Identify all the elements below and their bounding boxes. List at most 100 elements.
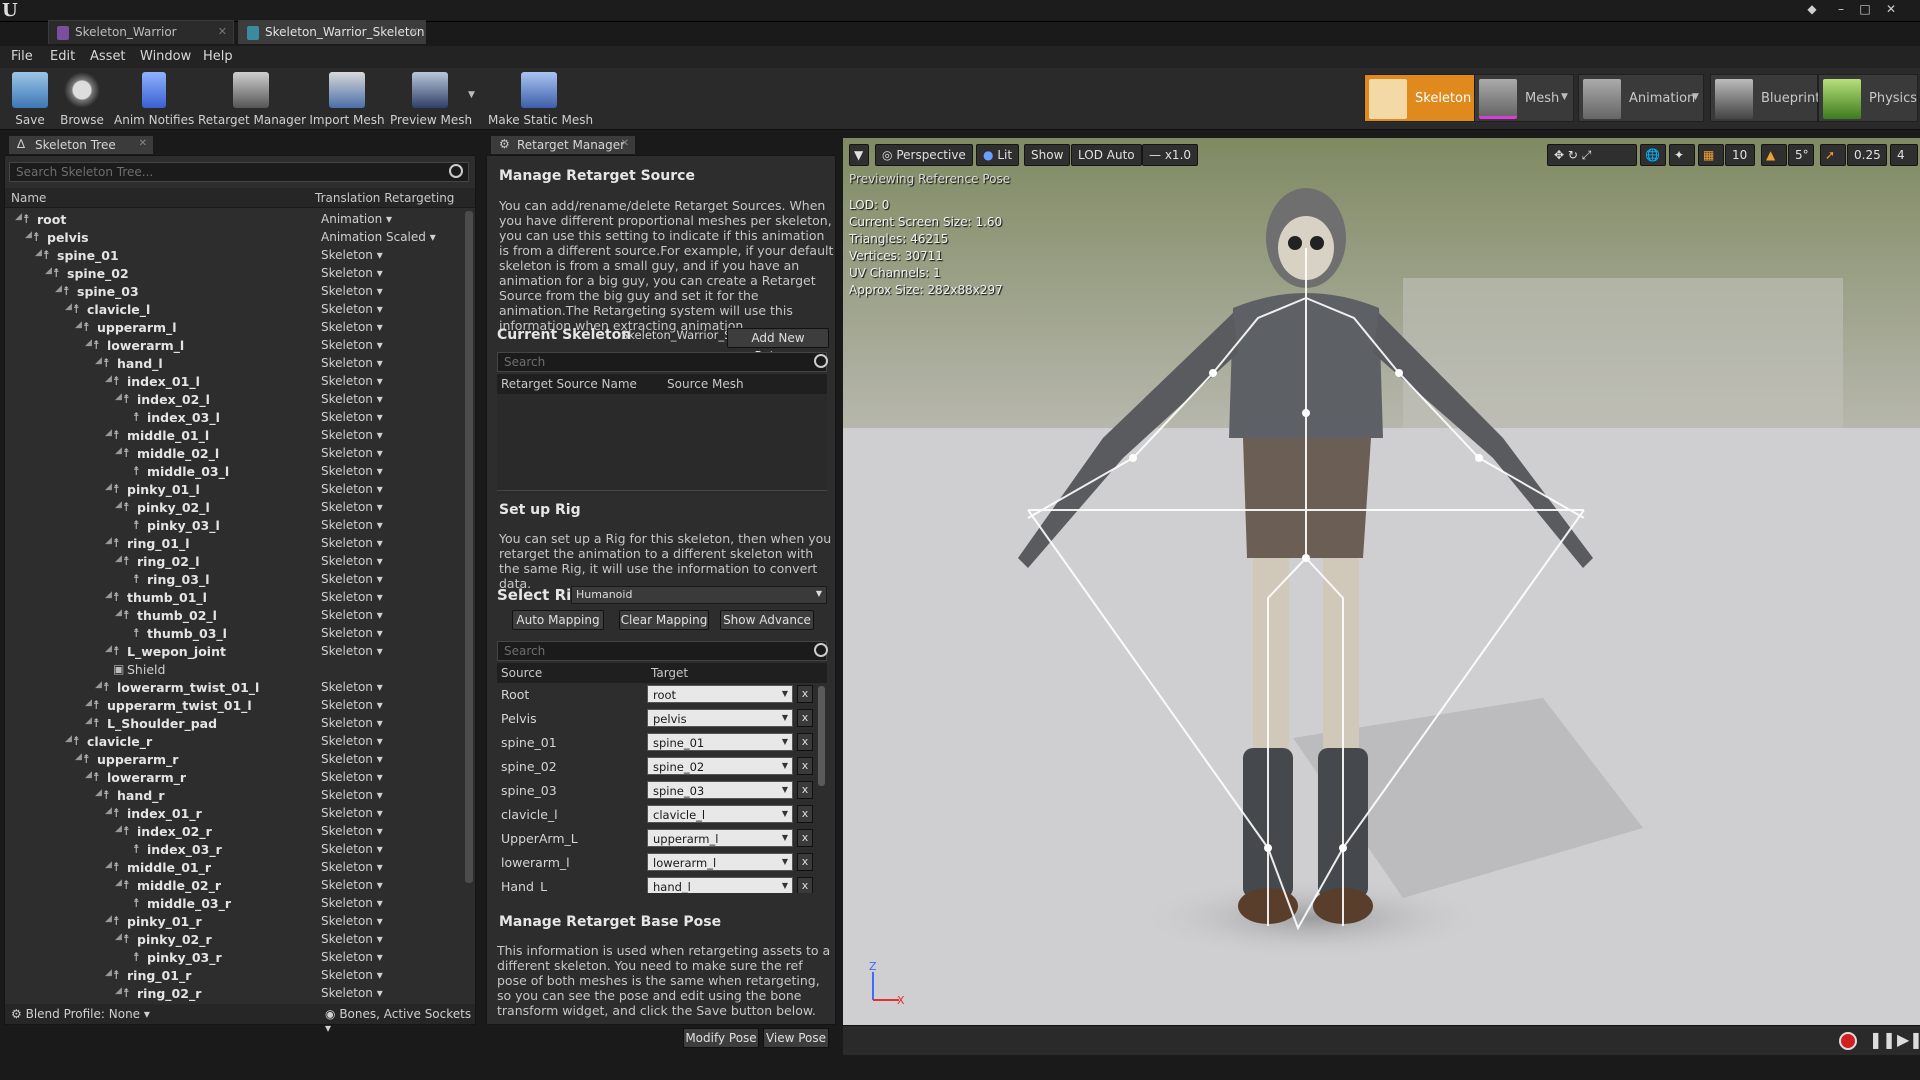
tree-row[interactable]: ◢ ☨ clavicle_l Skeleton ▾ xyxy=(9,301,465,319)
tree-row[interactable]: ◢ ☨ L_wepon_joint Skeleton ▾ xyxy=(9,643,465,661)
menu-file[interactable]: File xyxy=(11,49,33,64)
translation-retargeting-dropdown[interactable]: Skeleton ▾ xyxy=(321,536,383,550)
tree-row[interactable]: ◢ ☨ lowerarm_r Skeleton ▾ xyxy=(9,769,465,787)
tab-skeleton-warrior[interactable]: Skeleton_Warrior ✕ xyxy=(48,20,234,44)
mapping-target-dropdown[interactable]: lowerarm_l xyxy=(647,853,793,871)
make-static-mesh-button[interactable]: Make Static Mesh xyxy=(488,68,593,130)
animation-dropdown-icon[interactable]: ▼ xyxy=(1692,92,1699,102)
col-source[interactable]: Source xyxy=(501,666,542,680)
expand-arrow-icon[interactable]: ◢ xyxy=(25,230,32,240)
col-source-mesh[interactable]: Source Mesh xyxy=(667,377,744,391)
expand-arrow-icon[interactable]: ◢ xyxy=(75,320,82,330)
col-translation-header[interactable]: Translation Retargeting xyxy=(315,191,454,205)
tree-row[interactable]: ◢ ☨ pinky_02_r Skeleton ▾ xyxy=(9,931,465,949)
tree-row[interactable]: ☨ index_03_l Skeleton ▾ xyxy=(9,409,465,427)
scale-snap-value[interactable]: 0.25 xyxy=(1847,144,1887,166)
view-pose-button[interactable]: View Pose xyxy=(763,1028,829,1048)
tree-row[interactable]: ☨ middle_03_r Skeleton ▾ xyxy=(9,895,465,913)
clear-mapping-x-button[interactable]: x xyxy=(797,805,813,823)
clear-mapping-x-button[interactable]: x xyxy=(797,829,813,847)
close-tab-icon[interactable]: ✕ xyxy=(218,25,227,38)
close-tab-icon[interactable]: ✕ xyxy=(410,25,419,38)
expand-arrow-icon[interactable]: ◢ xyxy=(35,248,42,258)
expand-arrow-icon[interactable]: ◢ xyxy=(105,428,112,438)
translation-retargeting-dropdown[interactable]: Skeleton ▾ xyxy=(321,644,383,658)
expand-arrow-icon[interactable]: ◢ xyxy=(115,608,122,618)
expand-arrow-icon[interactable]: ◢ xyxy=(105,644,112,654)
help-icon[interactable]: ◆ xyxy=(1803,2,1821,18)
tree-row[interactable]: ◢ ☨ L_Shoulder_pad Skeleton ▾ xyxy=(9,715,465,733)
modify-pose-button[interactable]: Modify Pose xyxy=(683,1028,759,1048)
tab-skeleton-tree[interactable]: ∆ Skeleton Tree ✕ xyxy=(8,135,154,155)
tree-row[interactable]: ◢ ☨ index_02_r Skeleton ▾ xyxy=(9,823,465,841)
expand-arrow-icon[interactable]: ◢ xyxy=(115,878,122,888)
rotation-snap-value[interactable]: 5° xyxy=(1788,144,1814,166)
translation-retargeting-dropdown[interactable]: Skeleton ▾ xyxy=(321,464,383,478)
tree-row[interactable]: ☨ thumb_03_l Skeleton ▾ xyxy=(9,625,465,643)
translation-retargeting-dropdown[interactable]: Skeleton ▾ xyxy=(321,392,383,406)
record-icon[interactable] xyxy=(1839,1032,1857,1050)
tree-row[interactable]: ◢ ☨ ring_02_r Skeleton ▾ xyxy=(9,985,465,1001)
tree-row[interactable]: ◢ ☨ lowerarm_twist_01_l Skeleton ▾ xyxy=(9,679,465,697)
expand-arrow-icon[interactable]: ◢ xyxy=(45,266,52,276)
expand-arrow-icon[interactable]: ◢ xyxy=(105,914,112,924)
expand-arrow-icon[interactable]: ◢ xyxy=(115,986,122,996)
viewport-options-button[interactable]: ▼ xyxy=(849,144,869,166)
translation-retargeting-dropdown[interactable]: Skeleton ▾ xyxy=(321,752,383,766)
translation-retargeting-dropdown[interactable]: Skeleton ▾ xyxy=(321,320,383,334)
translation-retargeting-dropdown[interactable]: Skeleton ▾ xyxy=(321,374,383,388)
anim-notifies-button[interactable]: Anim Notifies xyxy=(114,68,194,130)
expand-arrow-icon[interactable]: ◢ xyxy=(15,212,22,222)
tree-row[interactable]: ◢ ☨ middle_01_l Skeleton ▾ xyxy=(9,427,465,445)
tree-row[interactable]: ◢ ☨ ring_02_l Skeleton ▾ xyxy=(9,553,465,571)
clear-mapping-x-button[interactable]: x xyxy=(797,757,813,775)
mapping-target-dropdown[interactable]: root xyxy=(647,685,793,703)
translation-retargeting-dropdown[interactable]: Skeleton ▾ xyxy=(321,572,383,586)
menu-help[interactable]: Help xyxy=(203,49,233,64)
translation-retargeting-dropdown[interactable]: Skeleton ▾ xyxy=(321,626,383,640)
translation-retargeting-dropdown[interactable]: Skeleton ▾ xyxy=(321,518,383,532)
translation-retargeting-dropdown[interactable]: Skeleton ▾ xyxy=(321,896,383,910)
perspective-button[interactable]: ◎ Perspective xyxy=(875,144,973,166)
tree-row[interactable]: ◢ ☨ index_01_r Skeleton ▾ xyxy=(9,805,465,823)
translation-retargeting-dropdown[interactable]: Skeleton ▾ xyxy=(321,428,383,442)
grid-snap-value[interactable]: 10 xyxy=(1725,144,1755,166)
world-local-icon[interactable]: 🌐 xyxy=(1640,144,1666,166)
expand-arrow-icon[interactable]: ◢ xyxy=(105,806,112,816)
mapping-target-dropdown[interactable]: pelvis xyxy=(647,709,793,727)
translation-retargeting-dropdown[interactable]: Skeleton ▾ xyxy=(321,788,383,802)
camera-speed-button[interactable]: 4 xyxy=(1890,144,1918,166)
clear-mapping-x-button[interactable]: x xyxy=(797,733,813,751)
translation-retargeting-dropdown[interactable]: Skeleton ▾ xyxy=(321,698,383,712)
expand-arrow-icon[interactable]: ◢ xyxy=(105,536,112,546)
translation-retargeting-dropdown[interactable]: Skeleton ▾ xyxy=(321,284,383,298)
tree-row[interactable]: ☨ pinky_03_r Skeleton ▾ xyxy=(9,949,465,967)
tab-retarget-manager[interactable]: ⚙ Retarget Manager ✕ xyxy=(490,135,636,155)
surface-snap-icon[interactable]: ✦ xyxy=(1669,144,1695,166)
expand-arrow-icon[interactable]: ◢ xyxy=(115,554,122,564)
expand-arrow-icon[interactable]: ◢ xyxy=(115,932,122,942)
expand-arrow-icon[interactable]: ◢ xyxy=(85,770,92,780)
mapping-target-dropdown[interactable]: spine_03 xyxy=(647,781,793,799)
retarget-manager-button[interactable]: Retarget Manager xyxy=(198,68,306,130)
show-advanced-button[interactable]: Show Advance xyxy=(720,610,814,630)
expand-arrow-icon[interactable]: ◢ xyxy=(65,734,72,744)
tree-row[interactable]: ◢ ☨ upperarm_twist_01_l Skeleton ▾ xyxy=(9,697,465,715)
translation-retargeting-dropdown[interactable]: Skeleton ▾ xyxy=(321,482,383,496)
tree-row[interactable]: ☨ ring_03_l Skeleton ▾ xyxy=(9,571,465,589)
translation-retargeting-dropdown[interactable]: Skeleton ▾ xyxy=(321,878,383,892)
mapping-search-input[interactable]: Search xyxy=(497,641,827,661)
translation-retargeting-dropdown[interactable]: Skeleton ▾ xyxy=(321,950,383,964)
pause-icon[interactable]: ❚❚ xyxy=(1869,1030,1896,1049)
browse-button[interactable]: Browse xyxy=(56,68,108,130)
skeleton-tree-search-input[interactable]: Search Skeleton Tree... xyxy=(9,162,469,182)
tree-row[interactable]: ◢ ☨ clavicle_r Skeleton ▾ xyxy=(9,733,465,751)
col-retarget-source-name[interactable]: Retarget Source Name xyxy=(501,377,637,391)
mode-animation-button[interactable]: Animation xyxy=(1578,74,1704,122)
show-bones-dropdown[interactable]: ◉ Bones, Active Sockets ▾ xyxy=(325,1007,475,1035)
translation-retargeting-dropdown[interactable]: Skeleton ▾ xyxy=(321,770,383,784)
auto-mapping-button[interactable]: Auto Mapping xyxy=(512,610,604,630)
step-forward-icon[interactable]: ▶❚ xyxy=(1897,1030,1920,1049)
clear-mapping-button[interactable]: Clear Mapping xyxy=(619,610,709,630)
playback-speed-button[interactable]: — x1.0 xyxy=(1142,144,1199,166)
